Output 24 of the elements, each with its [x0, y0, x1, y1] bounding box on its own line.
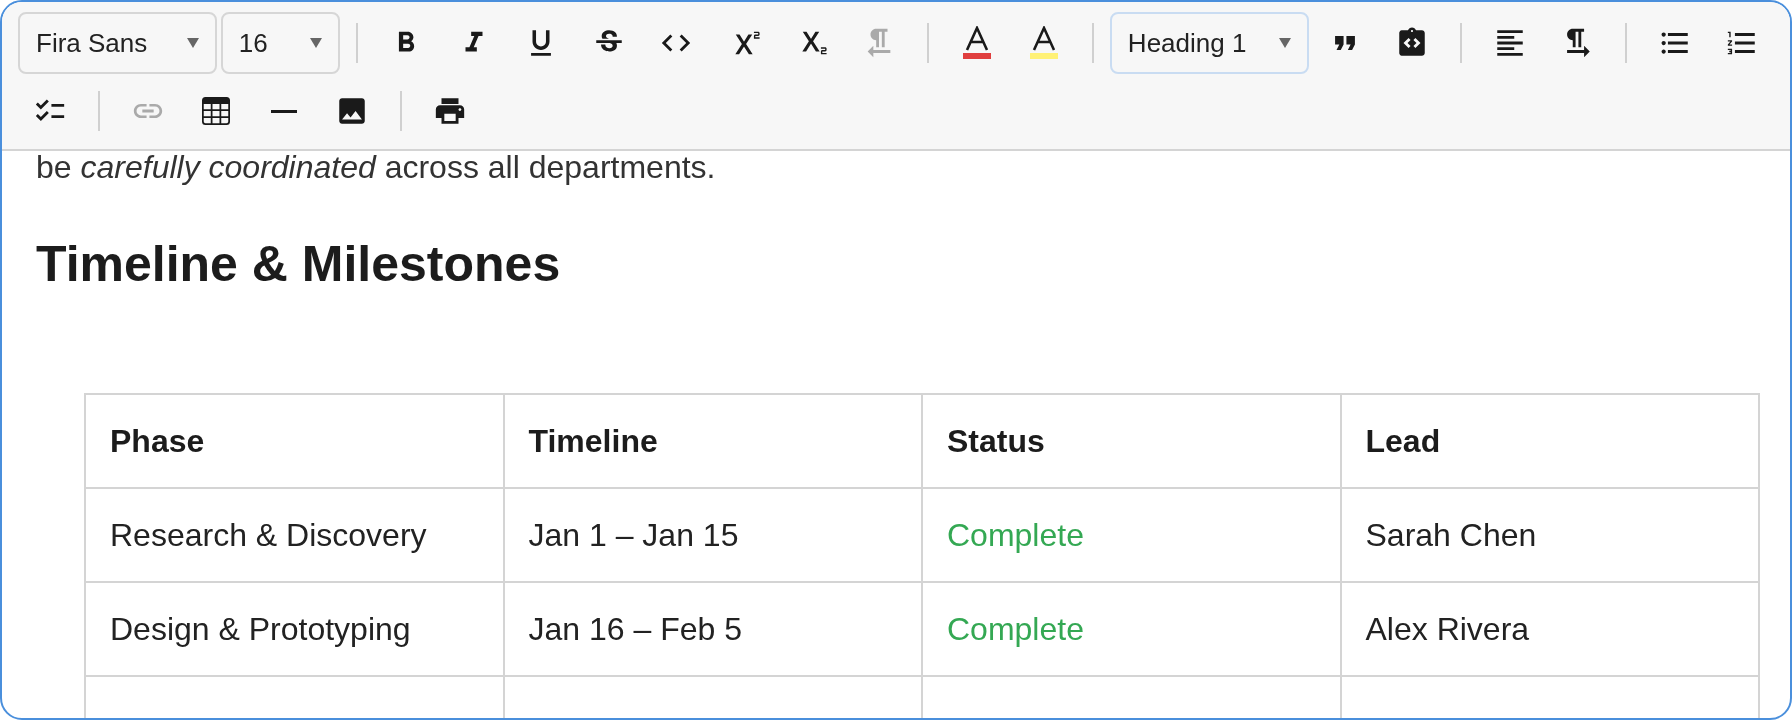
table-cell: Research & Discovery — [85, 488, 504, 582]
caret-icon — [1278, 38, 1291, 48]
status-text: Complete — [922, 488, 1341, 582]
column-header: Status — [922, 394, 1341, 488]
table-icon — [202, 97, 230, 125]
table-cell: Jan 1 – Jan 15 — [503, 488, 922, 582]
font-select[interactable]: Fira Sans — [18, 12, 217, 74]
status-text: Complete — [922, 582, 1341, 676]
column-header: Lead — [1340, 394, 1759, 488]
table-cell: Design & Prototyping — [85, 582, 504, 676]
style-select[interactable]: Heading 1 — [1109, 12, 1309, 74]
section-heading: Timeline & Milestones — [36, 235, 562, 293]
table-cell: Sarah Chen — [1340, 488, 1759, 582]
column-header: Timeline — [503, 394, 922, 488]
horizontal-rule-icon — [271, 109, 297, 113]
caret-icon — [310, 38, 323, 48]
highlight-icon — [1029, 26, 1060, 60]
caret-icon — [186, 38, 199, 48]
paragraph: be carefully coordinated across all departments. — [36, 151, 717, 187]
size-select[interactable]: 16 — [220, 12, 341, 74]
table-cell: Alex Rivera — [1340, 582, 1759, 676]
table-cell: Jan 16 – Feb 5 — [503, 582, 922, 676]
text-color-icon — [961, 26, 992, 60]
column-header: Phase — [85, 394, 504, 488]
